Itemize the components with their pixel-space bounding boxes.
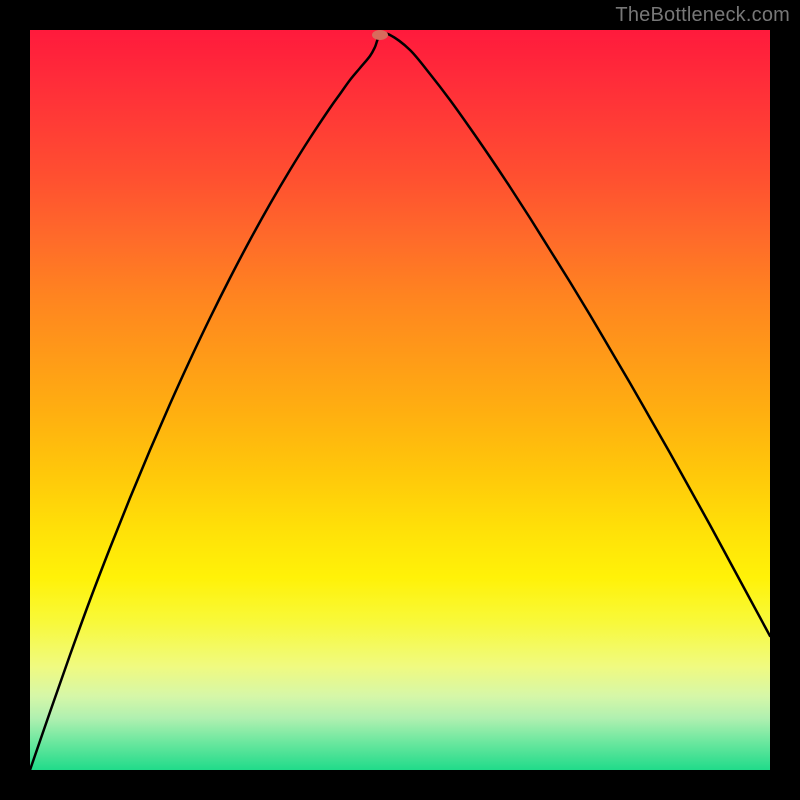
watermark-text: TheBottleneck.com	[615, 4, 790, 27]
plot-area	[30, 30, 770, 770]
chart-frame: TheBottleneck.com	[0, 0, 800, 800]
optimum-marker	[372, 30, 388, 40]
curve-svg	[30, 30, 770, 770]
bottleneck-curve	[30, 33, 770, 770]
